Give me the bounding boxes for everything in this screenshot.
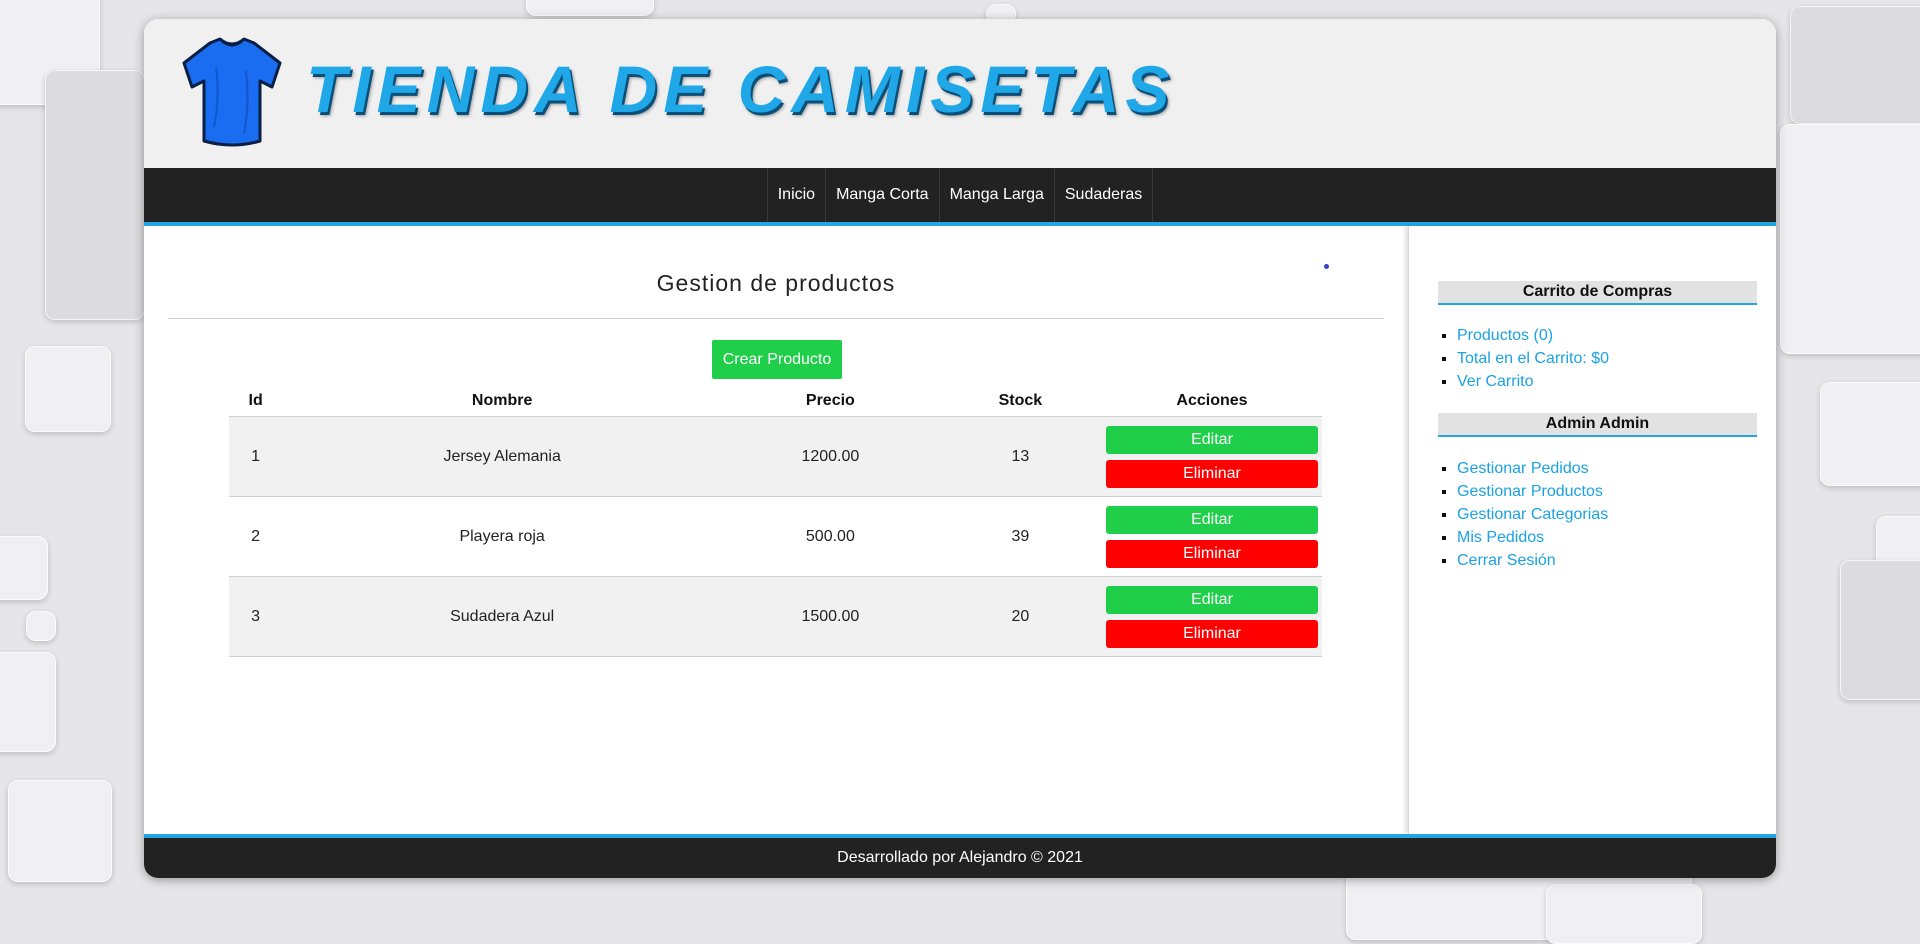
main-content: Gestion de productos Crear Producto Id N… (144, 226, 1408, 834)
cell-nombre: Playera roja (282, 496, 723, 577)
delete-button[interactable]: Eliminar (1106, 539, 1318, 568)
create-product-button[interactable]: Crear Producto (712, 340, 842, 379)
admin-list: Gestionar Pedidos Gestionar Productos Ge… (1431, 457, 1608, 572)
background-tile (1790, 6, 1920, 124)
cell-stock: 20 (938, 576, 1102, 657)
column-header-nombre: Nombre (282, 386, 723, 417)
delete-button[interactable]: Eliminar (1106, 459, 1318, 488)
dot-marker (1324, 264, 1329, 269)
cell-stock: 13 (938, 416, 1102, 497)
cell-stock: 39 (938, 496, 1102, 577)
admin-link[interactable]: Gestionar Pedidos (1457, 460, 1589, 477)
background-tile (1840, 560, 1920, 700)
column-header-stock: Stock (938, 386, 1102, 417)
cart-item-label[interactable]: Ver Carrito (1457, 373, 1533, 390)
admin-link[interactable]: Cerrar Sesión (1457, 552, 1556, 569)
background-tile (45, 70, 145, 320)
table-row: 1 Jersey Alemania 1200.00 13 Editar Elim… (229, 416, 1322, 497)
table-row: 3 Sudadera Azul 1500.00 20 Editar Elimin… (229, 576, 1322, 657)
cell-id: 3 (229, 576, 283, 657)
background-tile (0, 536, 48, 600)
nav-item-manga-larga[interactable]: Manga Larga (938, 168, 1054, 222)
column-header-precio: Precio (722, 386, 939, 417)
tshirt-icon (182, 37, 282, 147)
cart-item-productos[interactable]: Productos (0) (1457, 324, 1609, 347)
cell-precio: 1500.00 (722, 576, 939, 657)
cell-id: 1 (229, 416, 283, 497)
cell-precio: 1200.00 (722, 416, 939, 497)
admin-link[interactable]: Mis Pedidos (1457, 529, 1544, 546)
admin-link[interactable]: Gestionar Productos (1457, 483, 1603, 500)
cart-item-label[interactable]: Productos (0) (1457, 327, 1553, 344)
admin-item-cerrar-sesion[interactable]: Cerrar Sesión (1457, 549, 1608, 572)
nav-item-inicio[interactable]: Inicio (766, 168, 825, 222)
column-header-id: Id (229, 386, 283, 417)
background-tile (1820, 382, 1920, 486)
page-title: Gestion de productos (656, 270, 896, 296)
admin-item-mis-pedidos[interactable]: Mis Pedidos (1457, 526, 1608, 549)
cell-actions: Editar Eliminar (1102, 416, 1322, 497)
cell-nombre: Jersey Alemania (282, 416, 723, 497)
divider (168, 318, 1384, 319)
background-tile (26, 611, 56, 641)
main-nav: Inicio Manga Corta Manga Larga Sudaderas (144, 168, 1776, 226)
admin-item-gestionar-pedidos[interactable]: Gestionar Pedidos (1457, 457, 1608, 480)
products-table: Id Nombre Precio Stock Acciones 1 Jersey… (229, 386, 1322, 657)
footer: Desarrollado por Alejandro © 2021 (144, 834, 1776, 878)
table-header-row: Id Nombre Precio Stock Acciones (229, 386, 1322, 417)
table-row: 2 Playera roja 500.00 39 Editar Eliminar (229, 496, 1322, 577)
admin-item-gestionar-productos[interactable]: Gestionar Productos (1457, 480, 1608, 503)
edit-button[interactable]: Editar (1106, 505, 1318, 534)
cart-item-total[interactable]: Total en el Carrito: $0 (1457, 347, 1609, 370)
site-title: TIENDA DE CAMISETAS (306, 52, 1176, 126)
edit-button[interactable]: Editar (1106, 425, 1318, 454)
edit-button[interactable]: Editar (1106, 585, 1318, 614)
cell-nombre: Sudadera Azul (282, 576, 723, 657)
admin-item-gestionar-categorias[interactable]: Gestionar Categorias (1457, 503, 1608, 526)
background-tile (1546, 884, 1702, 944)
column-header-acciones: Acciones (1102, 386, 1322, 417)
cell-actions: Editar Eliminar (1102, 576, 1322, 657)
nav-item-manga-corta[interactable]: Manga Corta (825, 168, 939, 222)
cart-item-ver-carrito[interactable]: Ver Carrito (1457, 370, 1609, 393)
delete-button[interactable]: Eliminar (1106, 619, 1318, 648)
background-tile (1780, 124, 1920, 354)
background-tile (0, 652, 56, 752)
cell-id: 2 (229, 496, 283, 577)
cart-heading: Carrito de Compras (1438, 281, 1757, 305)
header: TIENDA DE CAMISETAS (144, 19, 1776, 168)
background-tile (526, 0, 654, 16)
background-tile (8, 780, 112, 882)
cart-list: Productos (0) Total en el Carrito: $0 Ve… (1431, 324, 1609, 393)
admin-link[interactable]: Gestionar Categorias (1457, 506, 1608, 523)
background-tile (25, 346, 111, 432)
cell-actions: Editar Eliminar (1102, 496, 1322, 577)
page-container: TIENDA DE CAMISETAS Inicio Manga Corta M… (144, 19, 1776, 878)
cart-item-label[interactable]: Total en el Carrito: $0 (1457, 350, 1609, 367)
nav-item-sudaderas[interactable]: Sudaderas (1053, 168, 1154, 222)
cell-precio: 500.00 (722, 496, 939, 577)
admin-heading: Admin Admin (1438, 413, 1757, 437)
sidebar: Carrito de Compras Productos (0) Total e… (1408, 226, 1776, 834)
